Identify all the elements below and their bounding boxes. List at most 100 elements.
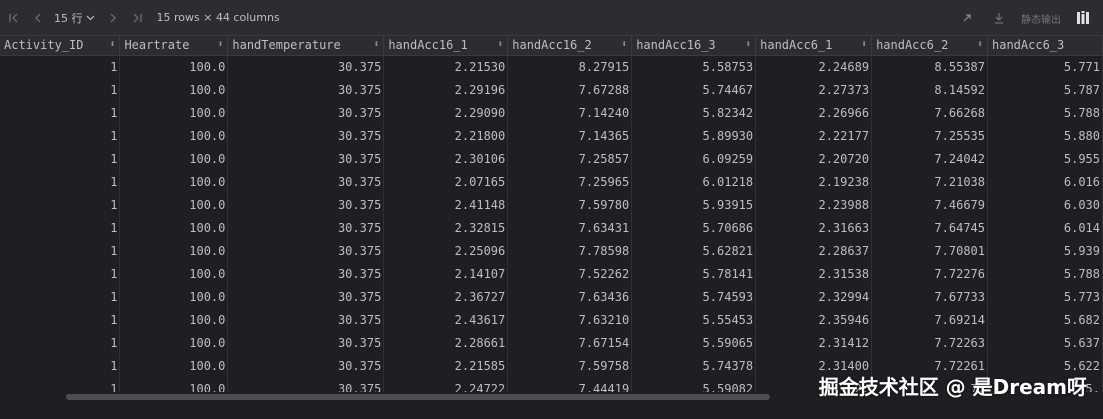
table-cell[interactable]: 2.21585 [383, 354, 509, 377]
table-cell[interactable]: 2.36727 [383, 285, 509, 308]
table-row[interactable]: 1 100.0 30.375 2.30106 7.25857 6.09259 2.20720… [0, 147, 1103, 170]
table-cell[interactable]: 5.773 [987, 285, 1103, 308]
first-page-icon[interactable] [4, 8, 24, 28]
table-cell[interactable]: 5.59065 [631, 331, 757, 354]
table-cell[interactable]: 7.69214 [871, 308, 988, 331]
sort-icon[interactable]: ⬍ [373, 39, 379, 50]
column-settings-icon[interactable] [1073, 8, 1093, 28]
table-cell[interactable]: 2.07165 [383, 170, 509, 193]
table-cell[interactable]: 100.0 [119, 193, 229, 216]
table-cell[interactable]: 100.0 [119, 308, 229, 331]
sort-icon[interactable]: ⬍ [217, 39, 223, 50]
column-header-hand-acc6-3[interactable]: handAcc6_3 [987, 36, 1103, 56]
table-cell[interactable]: 100.0 [119, 55, 229, 78]
table-cell[interactable]: 2.31663 [755, 216, 873, 239]
table-cell[interactable]: 7.67288 [507, 78, 633, 101]
table-cell[interactable]: 30.375 [227, 170, 385, 193]
table-cell[interactable]: 1 [0, 147, 121, 170]
table-cell[interactable]: 6.016 [987, 170, 1103, 193]
sort-icon[interactable]: ⬍ [621, 39, 627, 50]
table-cell[interactable]: 100.0 [119, 285, 229, 308]
table-cell[interactable]: 6.09259 [631, 147, 757, 170]
table-cell[interactable]: 1 [0, 170, 121, 193]
table-cell[interactable]: 1 [0, 354, 121, 377]
column-header-hand-acc16-2[interactable]: handAcc16_2 ⬍ [507, 36, 633, 56]
table-cell[interactable]: 6.014 [987, 216, 1103, 239]
table-cell[interactable]: 30.375 [227, 331, 385, 354]
table-cell[interactable]: 2.20720 [755, 147, 873, 170]
table-cell[interactable]: 7.25965 [507, 170, 633, 193]
table-row[interactable]: 1 100.0 30.375 2.29196 7.67288 5.74467 2.27373… [0, 78, 1103, 101]
table-cell[interactable]: 2.29196 [383, 78, 509, 101]
sort-icon[interactable]: ⬍ [497, 39, 503, 50]
table-cell[interactable]: 100.0 [119, 101, 229, 124]
table-cell[interactable]: 30.375 [227, 377, 385, 392]
table-cell[interactable]: 2.24722 [383, 377, 509, 392]
table-cell[interactable]: 2.24689 [755, 55, 873, 78]
table-cell[interactable]: 30.375 [227, 147, 385, 170]
table-row[interactable]: 1 100.0 30.375 2.07165 7.25965 6.01218 2.19238… [0, 170, 1103, 193]
table-cell[interactable]: 2.21530 [383, 55, 509, 78]
table-row[interactable]: 1 100.0 30.375 2.43617 7.63210 5.55453 2.35946… [0, 308, 1103, 331]
table-cell[interactable]: 100.0 [119, 147, 229, 170]
table-cell[interactable]: 5.58753 [631, 55, 757, 78]
table-cell[interactable]: 30.375 [227, 262, 385, 285]
table-cell[interactable]: 5.82342 [631, 101, 757, 124]
table-cell[interactable]: 30.375 [227, 239, 385, 262]
table-cell[interactable]: 7.44419 [507, 377, 633, 392]
table-cell[interactable]: 2.26966 [755, 101, 873, 124]
sort-icon[interactable]: ⬍ [745, 39, 751, 50]
static-output-button[interactable]: 静态输出 [1021, 11, 1061, 26]
table-cell[interactable]: 6.030 [987, 193, 1103, 216]
table-cell[interactable]: 7.52262 [507, 262, 633, 285]
table-cell[interactable]: 5.74467 [631, 78, 757, 101]
table-cell[interactable]: 5.637 [987, 331, 1103, 354]
table-cell[interactable]: 5.682 [987, 308, 1103, 331]
table-cell[interactable]: 100.0 [119, 262, 229, 285]
table-cell[interactable]: 30.375 [227, 308, 385, 331]
table-cell[interactable]: 1 [0, 78, 121, 101]
table-cell[interactable]: 5.89930 [631, 124, 757, 147]
table-cell[interactable]: 1 [0, 124, 121, 147]
table-row[interactable]: 1 100.0 30.375 2.25096 7.78598 5.62821 2.28637… [0, 239, 1103, 262]
table-cell[interactable]: 100.0 [119, 377, 229, 392]
column-header-heartrate[interactable]: Heartrate ⬍ [119, 36, 229, 56]
table-cell[interactable]: 5.787 [987, 78, 1103, 101]
table-cell[interactable]: 1 [0, 377, 121, 392]
table-cell[interactable]: 7.14365 [507, 124, 633, 147]
table-cell[interactable]: 1 [0, 331, 121, 354]
table-row[interactable]: 1 100.0 30.375 2.21800 7.14365 5.89930 2.22177… [0, 124, 1103, 147]
table-cell[interactable]: 5.788 [987, 262, 1103, 285]
table-cell[interactable]: 2.31538 [755, 262, 873, 285]
column-header-hand-acc6-2[interactable]: handAcc6_2 ⬍ [871, 36, 988, 56]
table-cell[interactable]: 30.375 [227, 124, 385, 147]
column-header-hand-temperature[interactable]: handTemperature ⬍ [227, 36, 385, 56]
table-row[interactable]: 1 100.0 30.375 2.29090 7.14240 5.82342 2.26966… [0, 101, 1103, 124]
table-cell[interactable]: 5.74378 [631, 354, 757, 377]
table-cell[interactable]: 5.939 [987, 239, 1103, 262]
column-header-hand-acc6-1[interactable]: handAcc6_1 ⬍ [755, 36, 873, 56]
table-row[interactable]: 1 100.0 30.375 2.21530 8.27915 5.58753 2.24689… [0, 55, 1103, 78]
table-cell[interactable]: 1 [0, 216, 121, 239]
table-cell[interactable]: 7.67733 [871, 285, 988, 308]
table-cell[interactable]: 1 [0, 193, 121, 216]
table-cell[interactable]: 1 [0, 101, 121, 124]
table-cell[interactable]: 6.01218 [631, 170, 757, 193]
scrollbar-thumb[interactable] [66, 394, 770, 400]
table-cell[interactable]: 7.21038 [871, 170, 988, 193]
table-cell[interactable]: 5.955 [987, 147, 1103, 170]
table-cell[interactable]: 1 [0, 262, 121, 285]
table-cell[interactable]: 8.14592 [871, 78, 988, 101]
table-cell[interactable]: 2.27373 [755, 78, 873, 101]
table-cell[interactable]: 7.72276 [871, 262, 988, 285]
table-cell[interactable]: 2.31412 [755, 331, 873, 354]
table-cell[interactable]: 7.24042 [871, 147, 988, 170]
previous-page-icon[interactable] [28, 8, 48, 28]
table-cell[interactable]: 2.32994 [755, 285, 873, 308]
table-cell[interactable]: 100.0 [119, 354, 229, 377]
table-cell[interactable]: 2.35946 [755, 308, 873, 331]
table-cell[interactable]: 100.0 [119, 331, 229, 354]
table-cell[interactable]: 7.25535 [871, 124, 988, 147]
table-cell[interactable]: 100.0 [119, 78, 229, 101]
table-cell[interactable]: 5.55453 [631, 308, 757, 331]
